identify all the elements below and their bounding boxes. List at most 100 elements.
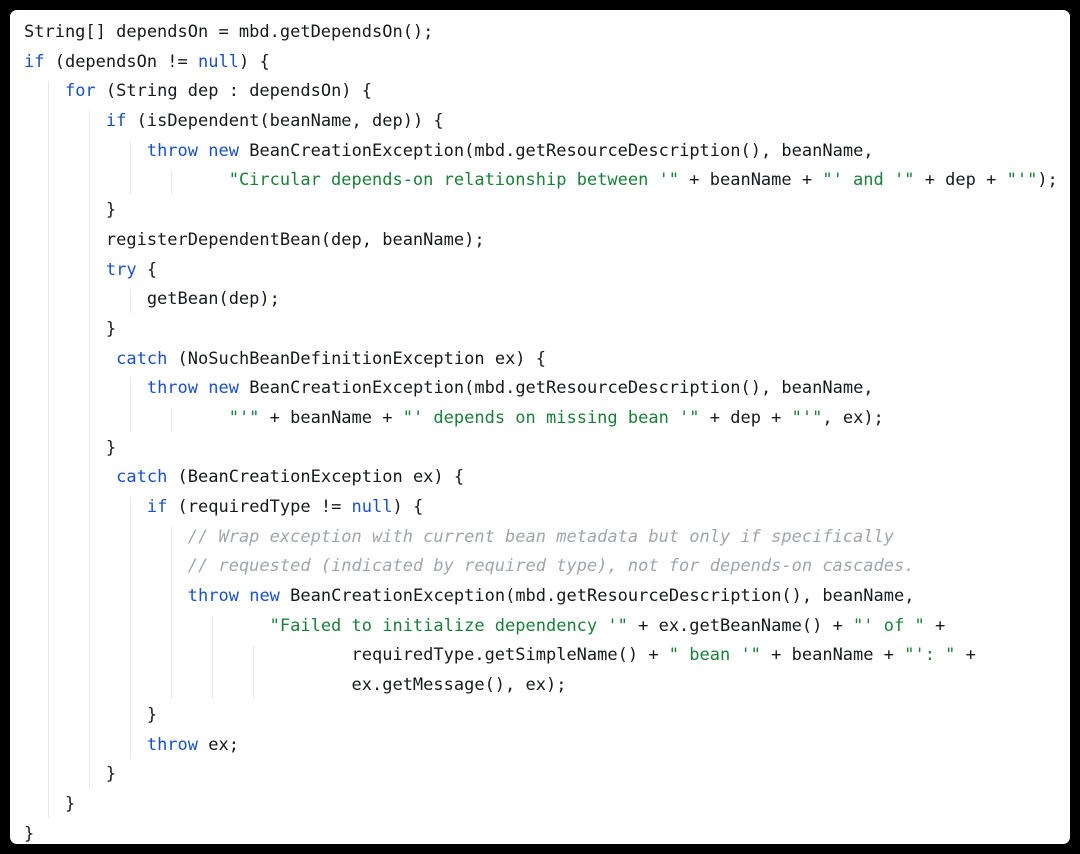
code-line[interactable]: throw new BeanCreationException(mbd.getR…	[10, 582, 1070, 612]
code-token-kw: for	[64, 81, 96, 102]
code-token-kw: if	[105, 111, 127, 132]
code-token-pln	[24, 408, 229, 428]
code-line[interactable]: throw ex;	[10, 731, 1070, 761]
code-token-str: "'"	[1006, 170, 1038, 191]
code-line[interactable]: "'" + beanName + "' depends on missing b…	[10, 404, 1070, 434]
code-token-str: "Circular depends-on relationship betwee…	[228, 170, 680, 191]
code-token-kw: try	[105, 259, 137, 280]
code-line[interactable]: throw new BeanCreationException(mbd.getR…	[10, 374, 1070, 404]
code-token-pln	[24, 111, 106, 131]
code-token-pln: }	[24, 200, 117, 221]
code-token-kw: if	[24, 51, 45, 72]
code-token-pln: , ex);	[822, 407, 884, 428]
code-line[interactable]: if (requiredType != null) {	[10, 493, 1070, 523]
code-line[interactable]: "Circular depends-on relationship betwee…	[10, 166, 1070, 196]
code-token-pln	[24, 378, 147, 398]
code-token-pln	[24, 556, 188, 576]
code-token-str: "' depends on missing bean '"	[402, 407, 700, 428]
code-line[interactable]: requiredType.getSimpleName() + " bean '"…	[10, 641, 1070, 671]
code-token-cmt: // requested (indicated by required type…	[187, 556, 915, 577]
code-line[interactable]: try {	[10, 256, 1070, 286]
code-token-pln	[24, 467, 116, 487]
code-line[interactable]: }	[10, 434, 1070, 464]
code-token-cmt: // Wrap exception with current bean meta…	[187, 526, 894, 547]
code-token-pln: }	[24, 704, 158, 725]
code-token-pln: (NoSuchBeanDefinitionException ex) {	[167, 348, 547, 369]
code-line[interactable]: }	[10, 790, 1070, 820]
code-line[interactable]: }	[10, 701, 1070, 731]
code-line[interactable]: throw new BeanCreationException(mbd.getR…	[10, 137, 1070, 167]
code-token-pln: (requiredType !=	[167, 497, 352, 517]
code-line[interactable]: catch (NoSuchBeanDefinitionException ex)…	[10, 345, 1070, 375]
code-token-pln	[239, 586, 249, 606]
code-line[interactable]: ex.getMessage(), ex);	[10, 671, 1070, 701]
code-token-str: "'"	[791, 407, 823, 428]
code-token-pln: );	[1037, 170, 1058, 191]
code-token-pln: + dep +	[699, 407, 792, 428]
code-token-pln	[24, 497, 147, 517]
code-token-str: " bean '"	[668, 645, 761, 666]
code-token-pln: }	[24, 793, 76, 814]
code-token-pln	[24, 141, 147, 161]
code-token-pln: getBean(dep);	[24, 289, 280, 310]
code-line[interactable]: getBean(dep);	[10, 285, 1070, 315]
code-token-kw: null	[198, 51, 239, 72]
code-line[interactable]: "Failed to initialize dependency '" + ex…	[10, 612, 1070, 642]
code-token-kw: throw	[146, 734, 199, 755]
code-line[interactable]: if (isDependent(beanName, dep)) {	[10, 107, 1070, 137]
code-token-pln: ) {	[238, 51, 270, 72]
code-token-pln	[198, 141, 208, 161]
code-snippet-frame: String[] dependsOn = mbd.getDependsOn();…	[0, 0, 1080, 854]
code-token-kw: new	[208, 378, 239, 399]
code-token-pln: }	[24, 437, 117, 458]
code-line[interactable]: // Wrap exception with current bean meta…	[10, 523, 1070, 553]
code-token-pln: (dependsOn !=	[44, 51, 199, 72]
code-token-pln	[24, 735, 147, 755]
code-token-pln: BeanCreationException(mbd.getResourceDes…	[279, 586, 915, 607]
code-line[interactable]: catch (BeanCreationException ex) {	[10, 463, 1070, 493]
code-token-pln: registerDependentBean(dep, beanName);	[24, 229, 485, 250]
code-token-pln: ex;	[198, 734, 239, 755]
code-token-pln	[24, 260, 106, 280]
code-token-pln	[24, 616, 270, 636]
code-token-pln: + dep +	[914, 170, 1007, 191]
code-token-pln: {	[136, 259, 158, 280]
code-line[interactable]: }	[10, 820, 1070, 844]
code-token-pln: requiredType.getSimpleName() +	[24, 645, 669, 666]
code-line[interactable]: for (String dep : dependsOn) {	[10, 77, 1070, 107]
code-token-pln: +	[955, 645, 976, 666]
code-token-pln: BeanCreationException(mbd.getResourceDes…	[238, 140, 874, 161]
code-token-kw: catch	[116, 348, 168, 369]
code-token-pln: + ex.getBeanName() +	[627, 615, 854, 636]
code-line[interactable]: if (dependsOn != null) {	[10, 48, 1070, 78]
code-token-pln: String[] dependsOn = mbd.getDependsOn();	[24, 22, 434, 42]
code-token-pln: }	[24, 318, 117, 339]
code-token-str: "' of "	[853, 615, 925, 636]
code-token-pln: BeanCreationException(mbd.getResourceDes…	[238, 378, 874, 399]
code-line[interactable]: // requested (indicated by required type…	[10, 552, 1070, 582]
code-token-kw: throw	[146, 378, 199, 399]
code-token-pln: +	[924, 615, 946, 636]
code-token-str: "'"	[228, 407, 260, 428]
code-line[interactable]: }	[10, 315, 1070, 345]
code-token-kw: if	[146, 497, 168, 517]
code-token-kw: catch	[116, 467, 168, 488]
code-line[interactable]: registerDependentBean(dep, beanName);	[10, 226, 1070, 256]
code-token-str: "' and '"	[822, 170, 915, 191]
code-line[interactable]: }	[10, 196, 1070, 226]
code-token-pln: + beanName +	[760, 645, 905, 666]
code-token-pln: ) {	[392, 497, 424, 517]
code-token-str: "': "	[904, 645, 956, 666]
code-token-pln	[24, 586, 188, 606]
code-token-pln	[24, 81, 65, 101]
code-block[interactable]: String[] dependsOn = mbd.getDependsOn();…	[10, 18, 1070, 844]
code-token-kw: throw	[187, 586, 239, 607]
code-token-pln: + beanName +	[259, 407, 403, 428]
code-token-pln: (BeanCreationException ex) {	[167, 467, 465, 488]
code-token-kw: null	[351, 497, 393, 517]
code-token-pln: ex.getMessage(), ex);	[24, 675, 567, 696]
code-line[interactable]: }	[10, 760, 1070, 790]
code-token-pln	[24, 170, 229, 190]
code-token-kw: throw	[146, 140, 199, 161]
code-line[interactable]: String[] dependsOn = mbd.getDependsOn();	[10, 18, 1070, 48]
